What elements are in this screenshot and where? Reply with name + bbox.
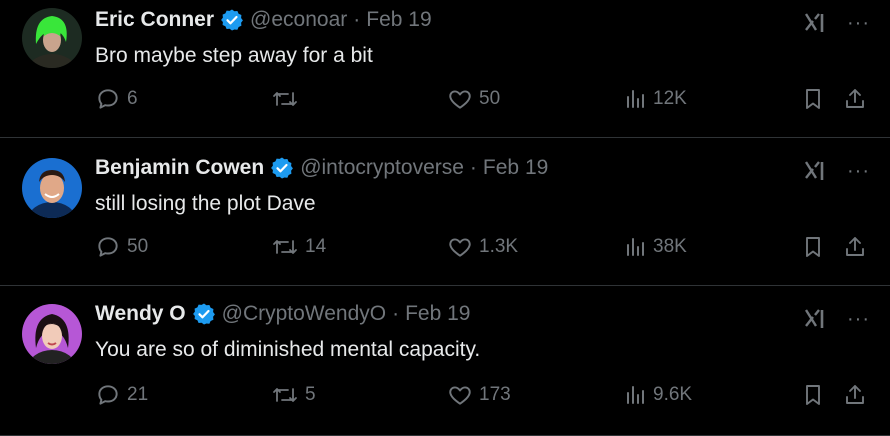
bookmark-button[interactable]: [801, 234, 825, 260]
tweet-feed: Eric Conner @econoar · Feb 19 ··· Bro ma…: [0, 0, 890, 436]
tweet-text: You are so of diminished mental capacity…: [95, 338, 481, 361]
reply-count: 50: [127, 236, 149, 257]
share-button[interactable]: [843, 86, 867, 112]
avatar[interactable]: [22, 304, 82, 364]
retweet-button[interactable]: [271, 86, 305, 112]
avatar[interactable]: [22, 8, 82, 68]
retweet-button[interactable]: 14: [271, 234, 326, 260]
bookmark-icon: [801, 234, 825, 260]
separator-dot: ·: [469, 156, 477, 179]
grok-icon[interactable]: [803, 306, 829, 332]
like-count: 173: [479, 384, 511, 405]
grok-icon[interactable]: [803, 10, 829, 36]
more-dots-icon[interactable]: ···: [847, 13, 870, 33]
like-button[interactable]: 1.3K: [447, 234, 518, 260]
tweet-top-actions: ···: [803, 10, 870, 36]
bookmark-icon: [801, 382, 825, 408]
share-button[interactable]: [843, 382, 867, 408]
like-button[interactable]: 173: [447, 382, 511, 408]
reply-button[interactable]: 50: [95, 234, 148, 260]
heart-icon: [447, 234, 473, 260]
display-name[interactable]: Benjamin Cowen: [95, 156, 264, 180]
retweet-count: 5: [305, 384, 316, 405]
separator-dot: ·: [353, 8, 361, 31]
bookmark-button[interactable]: [801, 86, 825, 112]
view-count: 38K: [653, 236, 687, 257]
tweet-header: Benjamin Cowen @intocryptoverse · Feb 19: [95, 156, 548, 180]
views-button[interactable]: 12K: [625, 86, 687, 112]
tweet-text: Bro maybe step away for a bit: [95, 44, 373, 67]
display-name[interactable]: Eric Conner: [95, 8, 214, 32]
share-icon: [843, 86, 867, 112]
display-name[interactable]: Wendy O: [95, 302, 186, 326]
heart-icon: [447, 86, 473, 112]
retweet-icon: [271, 234, 299, 260]
views-button[interactable]: 9.6K: [625, 382, 692, 408]
view-count: 12K: [653, 88, 687, 109]
retweet-count: 14: [305, 236, 327, 257]
speech-bubble-icon: [95, 382, 121, 408]
tweet-header: Eric Conner @econoar · Feb 19: [95, 8, 432, 32]
reply-button[interactable]: 21: [95, 382, 148, 408]
tweet-date[interactable]: Feb 19: [405, 302, 470, 326]
bar-chart-icon: [625, 86, 647, 112]
user-handle[interactable]: @CryptoWendyO: [222, 302, 386, 326]
retweet-button[interactable]: 5: [271, 382, 316, 408]
tweet-actions: 21 5 173 9.6K: [95, 382, 870, 418]
bookmark-icon: [801, 86, 825, 112]
tweet-text: still losing the plot Dave: [95, 192, 316, 215]
share-button[interactable]: [843, 234, 867, 260]
verified-badge-icon: [270, 156, 294, 180]
tweet-date[interactable]: Feb 19: [483, 156, 548, 180]
bar-chart-icon: [625, 382, 647, 408]
tweet-top-actions: ···: [803, 158, 870, 184]
tweet-top-actions: ···: [803, 306, 870, 332]
tweet[interactable]: Benjamin Cowen @intocryptoverse · Feb 19…: [0, 138, 890, 286]
reply-count: 6: [127, 88, 138, 109]
heart-icon: [447, 382, 473, 408]
share-icon: [843, 382, 867, 408]
verified-badge-icon: [192, 302, 216, 326]
share-icon: [843, 234, 867, 260]
tweet-date[interactable]: Feb 19: [366, 8, 431, 32]
like-count: 50: [479, 88, 501, 109]
user-handle[interactable]: @intocryptoverse: [300, 156, 464, 180]
views-button[interactable]: 38K: [625, 234, 687, 260]
user-handle[interactable]: @econoar: [250, 8, 347, 32]
tweet[interactable]: Eric Conner @econoar · Feb 19 ··· Bro ma…: [0, 0, 890, 138]
view-count: 9.6K: [653, 384, 693, 405]
reply-button[interactable]: 6: [95, 86, 138, 112]
speech-bubble-icon: [95, 234, 121, 260]
grok-icon[interactable]: [803, 158, 829, 184]
separator-dot: ·: [392, 302, 400, 325]
speech-bubble-icon: [95, 86, 121, 112]
retweet-icon: [271, 382, 299, 408]
verified-badge-icon: [220, 8, 244, 32]
like-button[interactable]: 50: [447, 86, 500, 112]
like-count: 1.3K: [479, 236, 519, 257]
more-dots-icon[interactable]: ···: [847, 309, 870, 329]
tweet-header: Wendy O @CryptoWendyO · Feb 19: [95, 302, 471, 326]
more-dots-icon[interactable]: ···: [847, 161, 870, 181]
tweet[interactable]: Wendy O @CryptoWendyO · Feb 19 ··· You a…: [0, 286, 890, 436]
bookmark-button[interactable]: [801, 382, 825, 408]
reply-count: 21: [127, 384, 149, 405]
tweet-actions: 50 14 1.3K 38K: [95, 234, 870, 270]
bar-chart-icon: [625, 234, 647, 260]
retweet-icon: [271, 86, 299, 112]
avatar[interactable]: [22, 158, 82, 218]
tweet-actions: 6 50 12K: [95, 86, 870, 122]
